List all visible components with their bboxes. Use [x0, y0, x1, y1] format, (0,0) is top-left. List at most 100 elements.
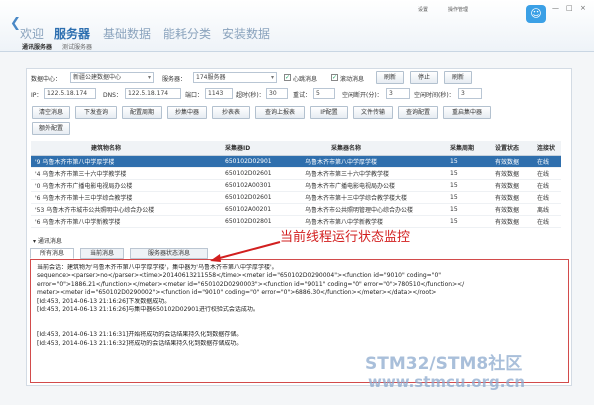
tab-current-messages[interactable]: 当前消息: [80, 248, 124, 259]
nav-tab-basic-data[interactable]: 基础数据: [103, 25, 151, 42]
scroll-label: 滚动消息: [340, 76, 365, 83]
port-field[interactable]: 1143: [205, 88, 233, 99]
title-bar: ❮ 欢迎 服务器 基础数据 能耗分类 安装数据 通讯服务器 测试服务器 设置 操…: [0, 0, 594, 52]
watermark-title: STM32/STM8社区: [365, 354, 523, 374]
dns-field[interactable]: 122.5.18.174: [125, 88, 181, 99]
cell-name: 乌鲁木齐市第十三中学综合教学楼大楼: [301, 191, 446, 204]
retry-field[interactable]: 5: [313, 88, 335, 99]
thread-monitor-callout: 当前线程运行状态监控: [280, 230, 411, 245]
table-row[interactable]: '0 乌鲁木齐市广播电影电视局办公楼 650102A00301 乌鲁木齐市广播电…: [31, 179, 561, 192]
server-label: 服务器：: [162, 76, 187, 83]
stop-button[interactable]: 停止: [410, 71, 438, 84]
col-collector-id[interactable]: 采集器ID: [221, 141, 301, 156]
ip-field[interactable]: 122.5.18.174: [44, 88, 96, 99]
col-setting-status[interactable]: 设置状态: [491, 141, 533, 156]
server-select[interactable]: 174服务器: [193, 72, 277, 83]
cell-cycle: 15: [446, 155, 491, 168]
cell-building: '9 乌鲁木齐市第八中学厚学楼: [31, 155, 221, 168]
table-row[interactable]: '6 乌鲁木齐市第十三中学综合教学楼 650102D02601 乌鲁木齐市第十三…: [31, 191, 561, 204]
log-line: sequence><parser>no</parser><time>201406…: [37, 272, 442, 280]
col-building-name[interactable]: 建筑物名称: [31, 141, 221, 156]
cell-id: 650102D02901: [221, 155, 301, 168]
nav-tab-install-data[interactable]: 安装数据: [222, 25, 270, 42]
cell-connect: 在线: [533, 191, 561, 204]
sub-tab-test-server[interactable]: 测试服务器: [62, 42, 92, 51]
messages-title-text: 通讯消息: [37, 238, 62, 245]
cell-building: '0 乌鲁木齐市广播电影电视局办公楼: [31, 179, 221, 192]
log-line: [Id:453, 2014-06-13 21:16:26]下发数据成功。: [37, 297, 171, 305]
cell-connect: 在线: [533, 155, 561, 168]
close-icon[interactable]: ×: [580, 4, 586, 12]
callout-arrow-icon: [210, 241, 281, 262]
query-config-button[interactable]: 查询配置: [398, 106, 438, 119]
cell-cycle: 15: [446, 215, 491, 228]
tab-server-status-messages[interactable]: 服务器状态消息: [130, 248, 208, 259]
datacenter-label: 数据中心：: [31, 76, 62, 83]
table-header-row: 建筑物名称 采集器ID 采集器名称 采集周期 设置状态 连接状: [31, 141, 561, 156]
table-row[interactable]: '9 乌鲁木齐市第八中学厚学楼 650102D02901 乌鲁木齐市第八中学厚学…: [31, 155, 561, 168]
read-meter-button[interactable]: 抄表表: [212, 106, 250, 119]
col-connect-status[interactable]: 连接状: [533, 141, 561, 156]
read-concentrator-button[interactable]: 抄集中器: [167, 106, 207, 119]
cell-id: 650102D02601: [221, 167, 301, 180]
nav-tab-server[interactable]: 服务器: [54, 25, 90, 42]
table-row[interactable]: '4 乌鲁木齐市第三十六中学教学楼 650102D02601 乌鲁木齐市第三十六…: [31, 167, 561, 180]
heartbeat-label: 心跳消息: [293, 76, 318, 83]
reconnect-label: 空闲断开(分)：: [342, 92, 383, 99]
operation-manage-link[interactable]: 操作管理: [448, 6, 468, 13]
minimize-icon[interactable]: —: [552, 4, 559, 12]
log-line: error="0">1886.21</function></meter><met…: [37, 280, 465, 288]
cell-cycle: 15: [446, 203, 491, 216]
cell-name: 乌鲁木齐市第八中学厚学楼: [301, 155, 446, 168]
sub-tab-comm-server[interactable]: 通讯服务器: [22, 42, 52, 51]
tab-all-messages[interactable]: 所有消息: [30, 248, 74, 259]
cell-id: 650102A00201: [221, 203, 301, 216]
cell-name: 乌鲁木齐市公共照明管理中心综合办公楼: [301, 203, 446, 216]
timeout-field[interactable]: 30: [266, 88, 288, 99]
extra-config-button[interactable]: 额外配置: [32, 122, 70, 135]
ip-config-button[interactable]: IP配置: [310, 106, 348, 119]
log-line: [Id:453, 2014-06-13 21:16:32]将成功的会话结果持久化…: [37, 339, 243, 347]
cell-id: 650102D02601: [221, 191, 301, 204]
nav-tab-energy-category[interactable]: 能耗分类: [163, 25, 211, 42]
maximize-icon[interactable]: □: [566, 4, 573, 12]
concentrator-table: 建筑物名称 采集器ID 采集器名称 采集周期 设置状态 连接状 '9 乌鲁木齐市…: [31, 141, 561, 228]
col-collector-name[interactable]: 采集器名称: [301, 141, 446, 156]
restart-concentrator-button[interactable]: 重启集中器: [443, 106, 491, 119]
app-logo-icon: ☺: [526, 5, 546, 23]
ip-label: IP：: [31, 92, 43, 99]
scroll-checkbox[interactable]: ✓: [331, 74, 338, 81]
col-collect-cycle[interactable]: 采集周期: [446, 141, 491, 156]
table-row[interactable]: '53 乌鲁木齐市城市公共照明中心综合办公楼 650102A00201 乌鲁木齐…: [31, 203, 561, 216]
idle-field[interactable]: 3: [458, 88, 482, 99]
retry-label: 重试：: [293, 92, 312, 99]
port-label: 端口：: [185, 92, 204, 99]
reload-button[interactable]: 刷新: [444, 71, 472, 84]
reconnect-field[interactable]: 3: [386, 88, 410, 99]
cell-setting: 有效数据: [491, 179, 533, 192]
settings-link[interactable]: 设置: [418, 6, 428, 13]
watermark-url: www.stmcu.org.cn: [368, 373, 526, 391]
cell-setting: 有效数据: [491, 215, 533, 228]
messages-section-title: ▾ 通讯消息: [33, 236, 62, 245]
cell-building: '4 乌鲁木齐市第三十六中学教学楼: [31, 167, 221, 180]
cell-connect: 在线: [533, 215, 561, 228]
cell-building: '53 乌鲁木齐市城市公共照明中心综合办公楼: [31, 203, 221, 216]
cell-cycle: 15: [446, 167, 491, 180]
refresh-button[interactable]: 刷新: [376, 71, 404, 84]
log-line: meter><meter id="650102D0290002"><functi…: [37, 289, 437, 297]
cell-setting: 有效数据: [491, 191, 533, 204]
timeout-label: 超时(秒)：: [236, 92, 265, 99]
log-line: [Id:453, 2014-06-13 21:16:26]与集中器650102D…: [37, 306, 259, 314]
cell-setting: 有效数据: [491, 155, 533, 168]
cell-setting: 有效数据: [491, 203, 533, 216]
query-report-button[interactable]: 查询上报表: [255, 106, 305, 119]
clear-messages-button[interactable]: 清空消息: [32, 106, 70, 119]
file-transfer-button[interactable]: 文件传输: [353, 106, 393, 119]
config-cycle-button[interactable]: 配置周期: [122, 106, 162, 119]
datacenter-select[interactable]: 新疆公建数据中心: [70, 72, 154, 83]
heartbeat-checkbox[interactable]: ✓: [284, 74, 291, 81]
send-query-button[interactable]: 下发查询: [75, 106, 117, 119]
nav-tab-welcome[interactable]: 欢迎: [20, 25, 44, 42]
